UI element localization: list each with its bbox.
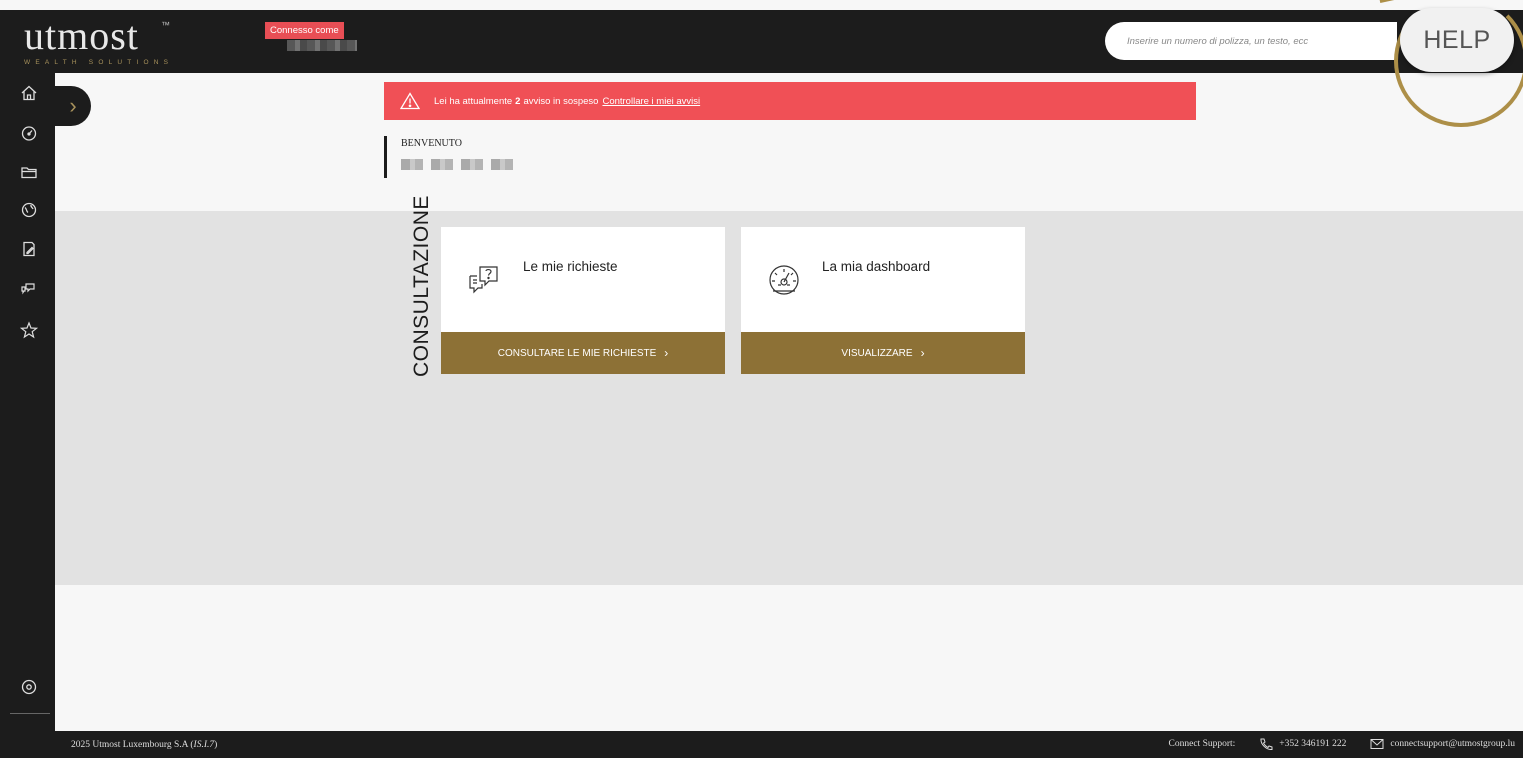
footer: 2025 Utmost Luxembourg S.A (IS.I.7) Conn…	[0, 731, 1523, 758]
connected-user-name-redacted	[287, 40, 357, 51]
dashboard-gauge-icon[interactable]	[20, 124, 38, 142]
card-my-requests: Le mie richieste CONSULTARE LE MIE RICHI…	[441, 227, 725, 374]
section-title-consultazione: CONSULTAZIONE	[410, 195, 433, 377]
view-dashboard-label: VISUALIZZARE	[841, 347, 913, 359]
home-icon[interactable]	[20, 84, 38, 102]
view-dashboard-button[interactable]: VISUALIZZARE ›	[741, 332, 1025, 374]
questions-chat-icon	[469, 266, 498, 294]
welcome-block: BENVENUTO	[384, 136, 519, 178]
alert-text-prefix: Lei ha attualmente	[434, 95, 513, 107]
sidebar-divider	[10, 713, 50, 714]
support-label: Connect Support:	[1168, 739, 1236, 749]
card-my-dashboard: La mia dashboard VISUALIZZARE ›	[741, 227, 1025, 374]
footer-support: Connect Support: +352 346191 222 connect…	[1169, 738, 1515, 750]
folder-icon[interactable]	[20, 163, 38, 181]
logo-wordmark: utmost	[24, 13, 139, 58]
logo-tagline: WEALTH SOLUTIONS	[24, 59, 174, 66]
globe-icon[interactable]	[20, 201, 38, 219]
card-title-my-dashboard: La mia dashboard	[822, 259, 931, 274]
speedometer-icon	[769, 265, 799, 295]
support-phone[interactable]: +352 346191 222	[1279, 739, 1346, 749]
connected-as-badge: Connesso come	[265, 22, 344, 39]
sidebar-expand-button[interactable]: ›	[55, 86, 91, 126]
help-button[interactable]: HELP	[1400, 8, 1514, 72]
document-edit-icon[interactable]	[20, 240, 38, 258]
chevron-right-icon: ›	[920, 346, 925, 360]
view-my-requests-button[interactable]: CONSULTARE LE MIE RICHIESTE ›	[441, 332, 725, 374]
copyright-end: )	[214, 740, 218, 750]
alert-count: 2	[515, 95, 521, 107]
help-highlight-stroke	[1379, 0, 1410, 3]
copyright-text: 2025 Utmost Luxembourg S.A (	[71, 740, 194, 750]
welcome-user-name-redacted	[401, 159, 519, 170]
alert-text-middle: avviso in sospeso	[523, 95, 599, 107]
pending-alert-banner: Lei ha attualmente 2 avviso in sospeso C…	[384, 82, 1196, 120]
left-sidebar	[0, 73, 55, 758]
card-title-my-requests: Le mie richieste	[523, 259, 618, 274]
check-alerts-link[interactable]: Controllare i miei avvisi	[602, 96, 700, 107]
support-email[interactable]: connectsupport@utmostgroup.lu	[1390, 739, 1515, 749]
phone-icon	[1260, 738, 1273, 750]
logo-trademark: ™	[161, 20, 170, 30]
utmost-logo[interactable]: utmost ™ WEALTH SOLUTIONS	[24, 13, 174, 67]
view-my-requests-label: CONSULTARE LE MIE RICHIESTE	[497, 347, 657, 359]
search-input[interactable]	[1105, 22, 1397, 60]
copyright-code: IS.I.7	[193, 740, 215, 750]
email-icon	[1370, 739, 1384, 749]
footer-copyright: 2025 Utmost Luxembourg S.A (IS.I.7)	[71, 740, 217, 750]
settings-icon[interactable]	[20, 678, 38, 696]
chevron-right-icon: ›	[664, 346, 669, 360]
chat-icon[interactable]	[20, 279, 38, 297]
welcome-label: BENVENUTO	[401, 138, 462, 149]
star-icon[interactable]	[20, 321, 38, 339]
warning-icon	[400, 92, 420, 110]
top-header: utmost ™ WEALTH SOLUTIONS Connesso come	[0, 10, 1523, 73]
